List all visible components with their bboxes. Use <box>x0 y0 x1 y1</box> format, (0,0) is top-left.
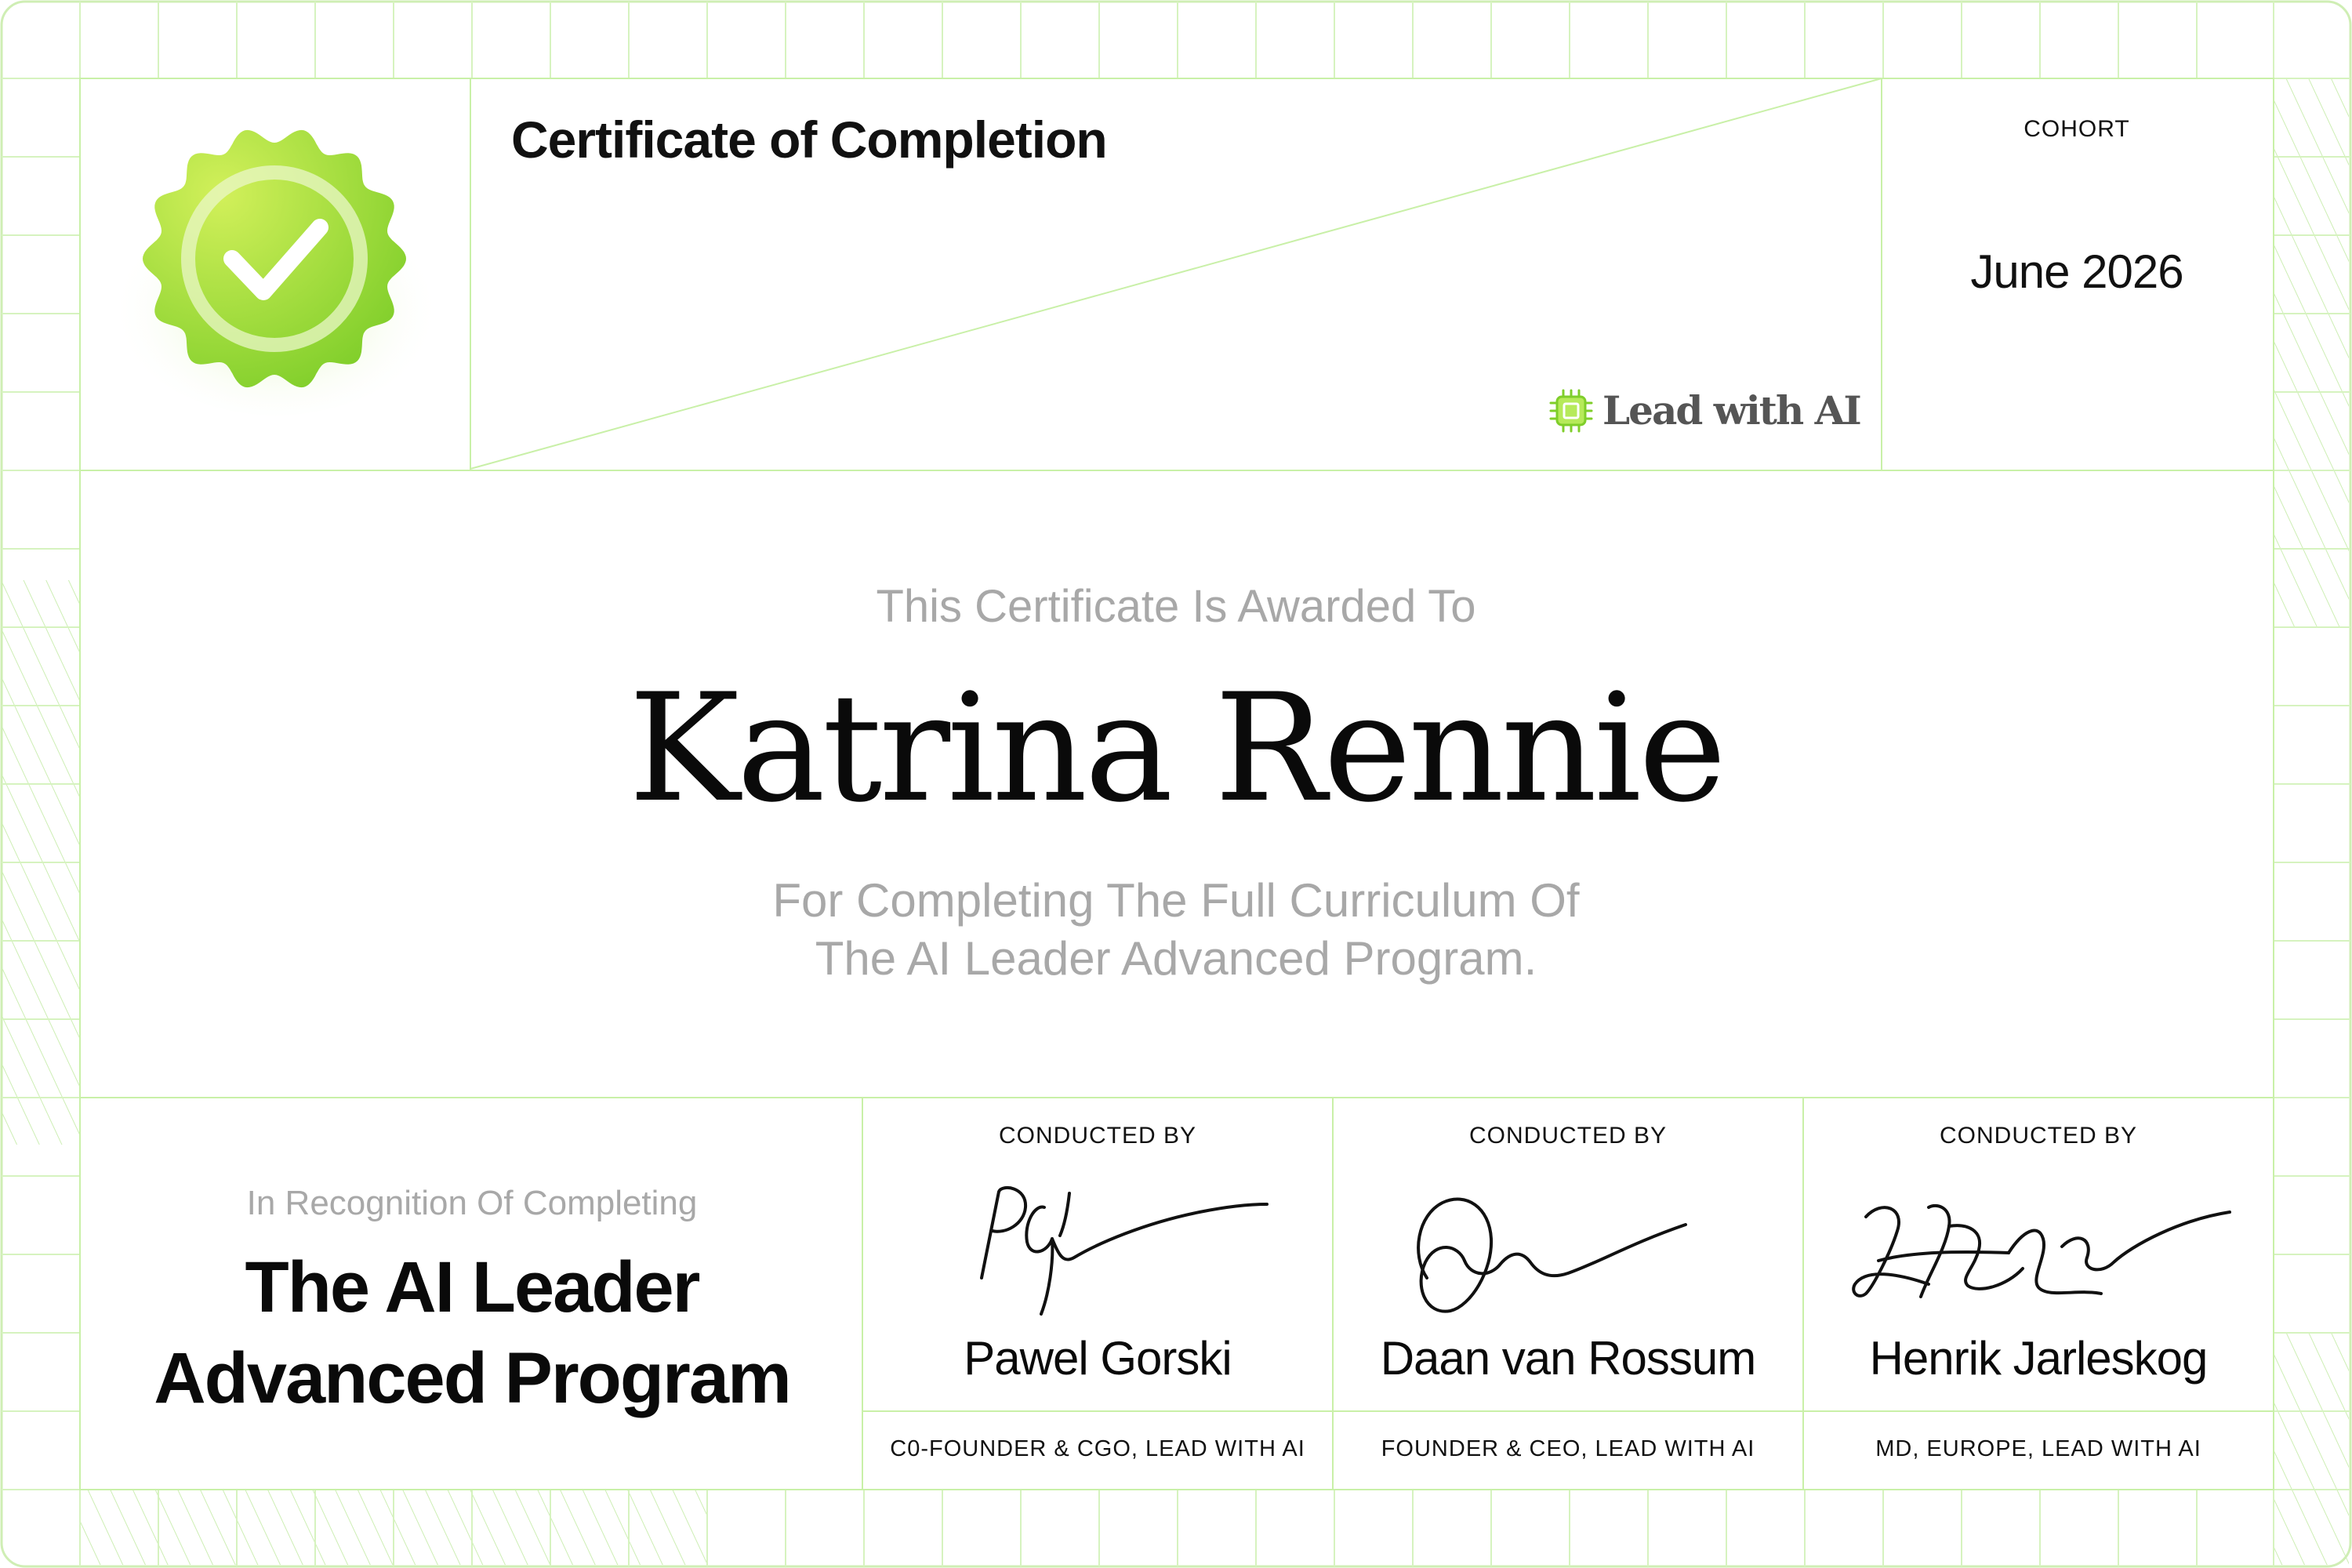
conducted-by-label: CONDUCTED BY <box>1468 1123 1667 1149</box>
program-name: The AI Leader Advanced Program <box>80 1242 864 1424</box>
cohort-value: June 2026 <box>1970 245 2183 298</box>
signer-column-1: CONDUCTED BY Pawel Gorski C0-FOUNDER & C… <box>862 1098 1333 1461</box>
signer-role: C0-FOUNDER & CGO, LEAD WITH AI <box>890 1436 1305 1461</box>
signer-name: Pawel Gorski <box>964 1332 1232 1385</box>
recipient-name: Katrina Rennie <box>628 662 1727 835</box>
award-reason-line-2: The AI Leader Advanced Program. <box>815 932 1537 985</box>
signature-3 <box>1852 1203 2231 1298</box>
program-name-line-1: The AI Leader <box>245 1247 701 1327</box>
signature-2 <box>1417 1197 1687 1313</box>
conducted-by-label: CONDUCTED BY <box>1939 1123 2137 1149</box>
hatch-top-right <box>2274 78 2349 627</box>
signer-role: MD, EUROPE, LEAD WITH AI <box>1875 1436 2201 1461</box>
program-name-line-2: Advanced Program <box>154 1338 792 1418</box>
signer-column-3: CONDUCTED BY Henrik Jarleskog MD, EUROPE… <box>1803 1098 2274 1461</box>
signer-column-2: CONDUCTED BY Daan van Rossum FOUNDER & C… <box>1333 1098 1803 1461</box>
conducted-by-label: CONDUCTED BY <box>998 1123 1196 1149</box>
signer-name: Henrik Jarleskog <box>1869 1332 2209 1385</box>
signer-name: Daan van Rossum <box>1380 1332 1757 1385</box>
cohort-label: COHORT <box>2024 116 2130 142</box>
hatch-bottom-right <box>2274 1333 2349 1565</box>
signer-role: FOUNDER & CEO, LEAD WITH AI <box>1381 1436 1755 1461</box>
brand-logo: Lead with AI <box>1549 387 1862 434</box>
chip-logo-icon <box>1549 389 1593 432</box>
award-reason: For Completing The Full Curriculum Of Th… <box>0 872 2352 988</box>
brand-name: Lead with AI <box>1602 387 1862 434</box>
award-reason-line-1: For Completing The Full Curriculum Of <box>772 874 1580 927</box>
recognition-label: In Recognition Of Completing <box>246 1184 698 1222</box>
signature-1 <box>980 1185 1269 1316</box>
certificate-title: Certificate of Completion <box>511 111 1108 169</box>
awarded-label: This Certificate Is Awarded To <box>876 581 1476 632</box>
